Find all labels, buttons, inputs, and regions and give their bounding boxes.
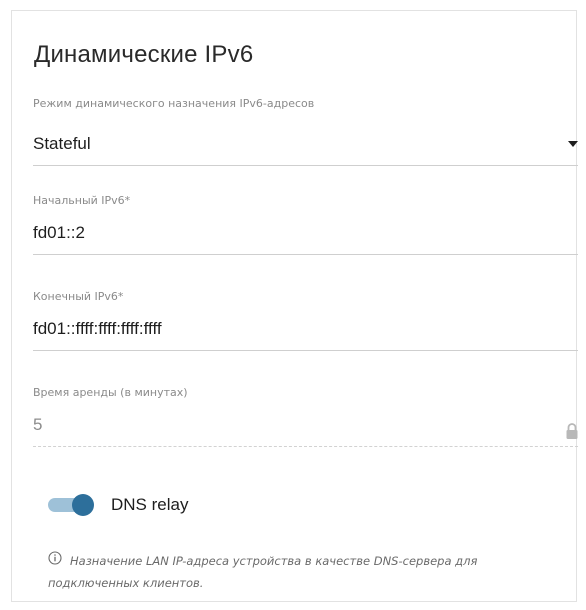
mode-field-label: Режим динамического назначения IPv6-адре…	[33, 97, 315, 110]
section-title: Динамические IPv6	[34, 41, 254, 68]
dns-relay-hint: Назначение LAN IP-адреса устройства в ка…	[48, 554, 478, 590]
end-ip-input[interactable]: fd01::ffff:ffff:ffff:ffff	[33, 319, 162, 339]
start-ip-underline	[33, 254, 578, 255]
lease-time-underline	[33, 446, 578, 447]
lock-icon	[566, 423, 578, 439]
caret-down-icon[interactable]	[568, 141, 578, 147]
dns-relay-label: DNS relay	[111, 495, 189, 514]
mode-select[interactable]: Stateful	[33, 126, 578, 164]
dns-relay-toggle[interactable]	[48, 494, 94, 516]
mode-select-value: Stateful	[33, 134, 91, 153]
start-ip-input[interactable]: fd01::2	[33, 223, 85, 243]
mode-select-underline	[33, 165, 578, 166]
lease-time-field-label: Время аренды (в минутах)	[33, 386, 188, 399]
end-ip-underline	[33, 350, 578, 351]
dhcpv6-settings-card: Динамические IPv6 Режим динамического на…	[11, 10, 578, 602]
lease-time-input: 5	[33, 415, 43, 434]
toggle-knob	[72, 494, 94, 516]
start-ip-field-label: Начальный IPv6*	[33, 194, 131, 207]
end-ip-field-label: Конечный IPv6*	[33, 290, 124, 303]
